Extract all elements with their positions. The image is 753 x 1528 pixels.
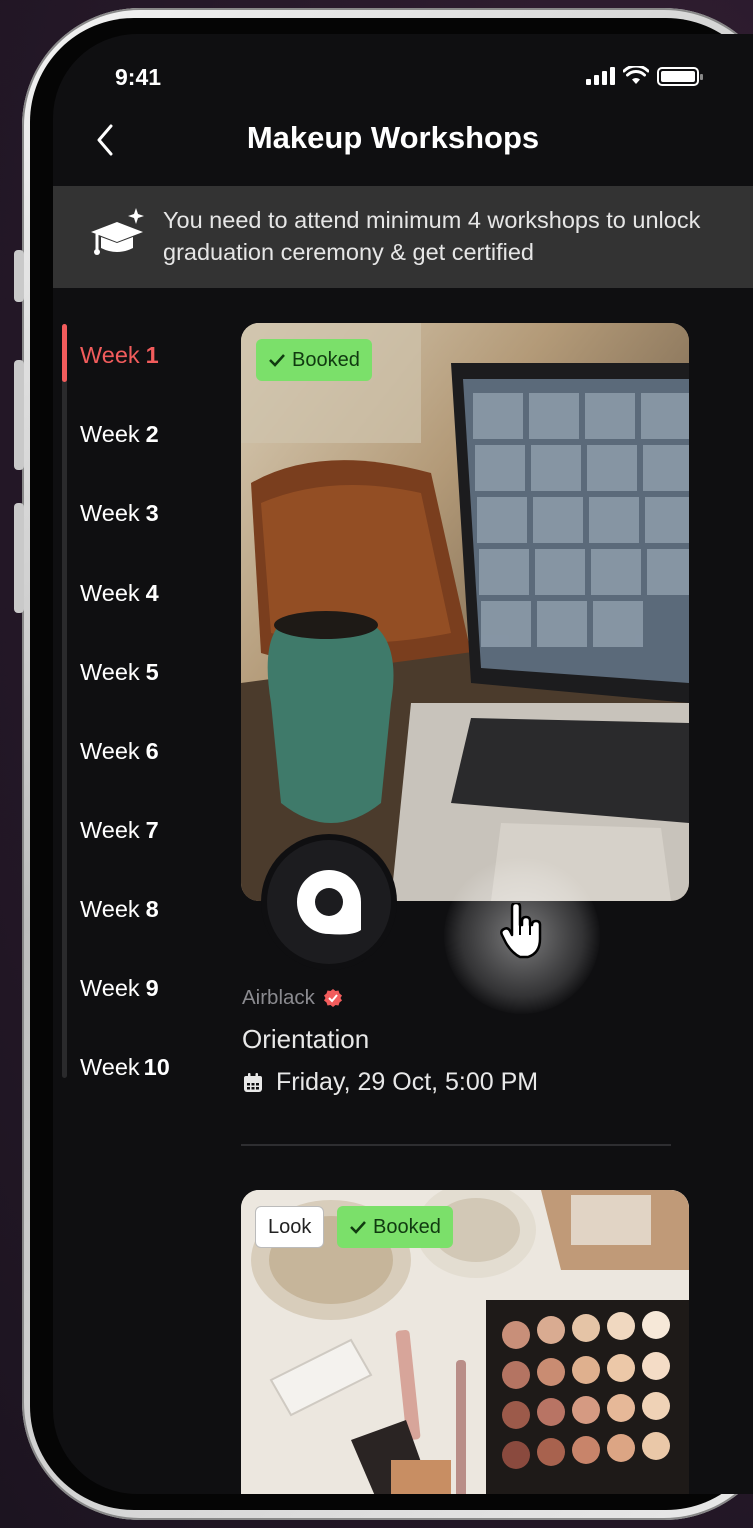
app-screen: 9:41 Makeup Workshops You need to attend…	[53, 34, 753, 1494]
week-number: 3	[145, 500, 159, 526]
date-text: Friday, 29 Oct, 5:00 PM	[276, 1068, 539, 1096]
wifi-icon	[623, 66, 649, 84]
week-label: Week	[80, 896, 140, 922]
look-badge: Look	[255, 1206, 325, 1248]
week-number: 8	[145, 896, 159, 922]
week-tab-1[interactable]: Week 1	[80, 342, 159, 369]
check-icon	[269, 354, 285, 367]
week-number: 4	[145, 580, 159, 606]
week-label: Week	[80, 580, 140, 606]
week-label: Week	[80, 1054, 140, 1080]
week-tab-6[interactable]: Week 6	[80, 738, 159, 765]
week-tab-2[interactable]: Week 2	[80, 421, 159, 448]
status-icons	[586, 66, 703, 86]
badge-label: Booked	[373, 1215, 441, 1238]
info-banner: You need to attend minimum 4 workshops t…	[53, 186, 753, 288]
host-info: Airblack	[242, 986, 343, 1010]
workshop-card-image[interactable]: Booked	[241, 323, 689, 901]
signal-icon	[586, 67, 615, 85]
volume-up-button	[14, 360, 24, 470]
status-bar: 9:41	[53, 34, 753, 114]
week-label: Week	[80, 342, 140, 368]
host-avatar[interactable]	[261, 834, 397, 970]
week-number: 6	[145, 738, 159, 764]
week-number: 2	[145, 421, 159, 447]
week-label: Week	[80, 421, 140, 447]
calendar-icon	[244, 1072, 262, 1092]
week-label: Week	[80, 975, 140, 1001]
booked-badge: Booked	[256, 339, 372, 381]
banner-message: You need to attend minimum 4 workshops t…	[163, 207, 701, 265]
hand-pointer-icon	[500, 903, 542, 959]
badge-label: Booked	[292, 348, 360, 371]
workshop-date: Friday, 29 Oct, 5:00 PM	[242, 1068, 538, 1097]
week-number: 5	[145, 659, 159, 685]
week-active-indicator	[62, 324, 67, 382]
badge-label: Look	[268, 1215, 312, 1238]
week-tab-7[interactable]: Week 7	[80, 817, 159, 844]
host-name: Airblack	[242, 986, 315, 1009]
week-tab-5[interactable]: Week 5	[80, 659, 159, 686]
week-tab-3[interactable]: Week 3	[80, 500, 159, 527]
week-number: 10	[143, 1054, 170, 1080]
week-label: Week	[80, 738, 140, 764]
mute-switch	[14, 250, 24, 302]
week-label: Week	[80, 817, 140, 843]
airblack-logo-icon	[297, 870, 361, 935]
workshop-card-image[interactable]: Look Booked	[241, 1190, 689, 1494]
week-label: Week	[80, 659, 140, 685]
status-time: 9:41	[115, 64, 162, 90]
week-label: Week	[80, 500, 140, 526]
graduation-cap-icon	[91, 208, 144, 255]
nav-bar: Makeup Workshops	[53, 114, 753, 184]
laptop-video-call-image	[241, 323, 689, 901]
page-title: Makeup Workshops	[246, 120, 540, 155]
booked-badge: Booked	[337, 1206, 453, 1248]
check-icon	[350, 1221, 366, 1234]
volume-down-button	[14, 503, 24, 613]
week-tab-10[interactable]: Week 10	[80, 1054, 170, 1081]
battery-icon	[657, 66, 703, 86]
week-tab-4[interactable]: Week 4	[80, 580, 159, 607]
week-number: 1	[145, 342, 159, 368]
week-tab-9[interactable]: Week 9	[80, 975, 159, 1002]
week-number: 9	[145, 975, 159, 1001]
card-divider	[241, 1144, 671, 1146]
workshop-title: Orientation	[242, 1024, 370, 1054]
week-number: 7	[145, 817, 159, 843]
week-scroll-track	[62, 324, 67, 1078]
verified-badge-icon	[323, 989, 342, 1007]
week-tab-8[interactable]: Week 8	[80, 896, 159, 923]
